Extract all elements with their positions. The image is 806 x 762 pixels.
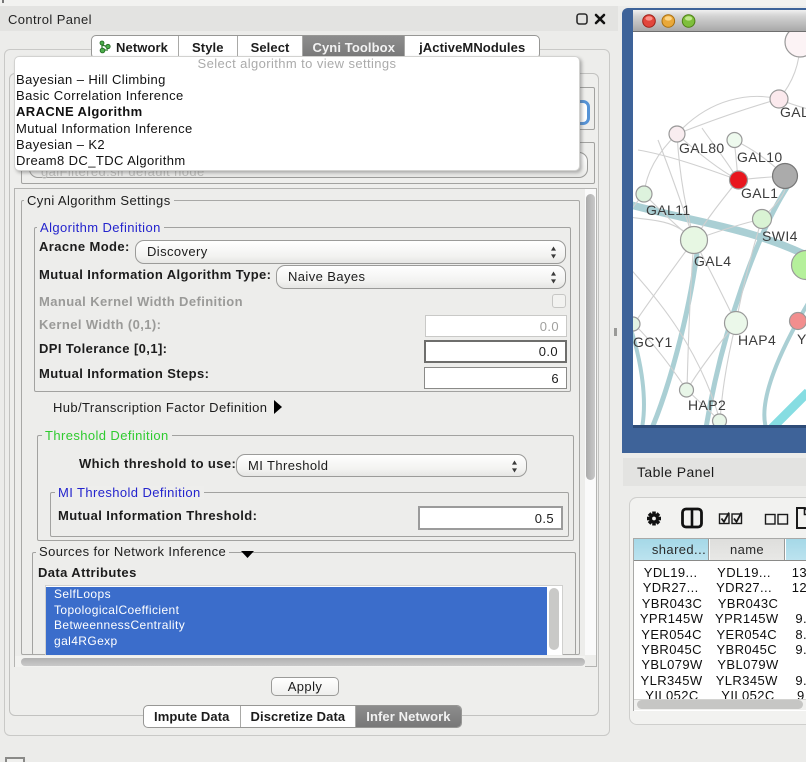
svg-text:GAL2: GAL2	[780, 104, 806, 120]
svg-text:HAP4: HAP4	[738, 332, 776, 348]
svg-text:GCY1: GCY1	[633, 334, 673, 350]
svg-text:HAP2: HAP2	[688, 397, 726, 413]
svg-text:YJ: YJ	[797, 331, 806, 347]
svg-text:GAL11: GAL11	[646, 202, 691, 218]
svg-text:GAL1: GAL1	[741, 185, 778, 201]
svg-text:SWI4: SWI4	[762, 228, 798, 244]
svg-text:GAL4: GAL4	[694, 253, 731, 269]
svg-text:GAL10: GAL10	[737, 149, 783, 165]
svg-text:GAL80: GAL80	[679, 140, 725, 156]
